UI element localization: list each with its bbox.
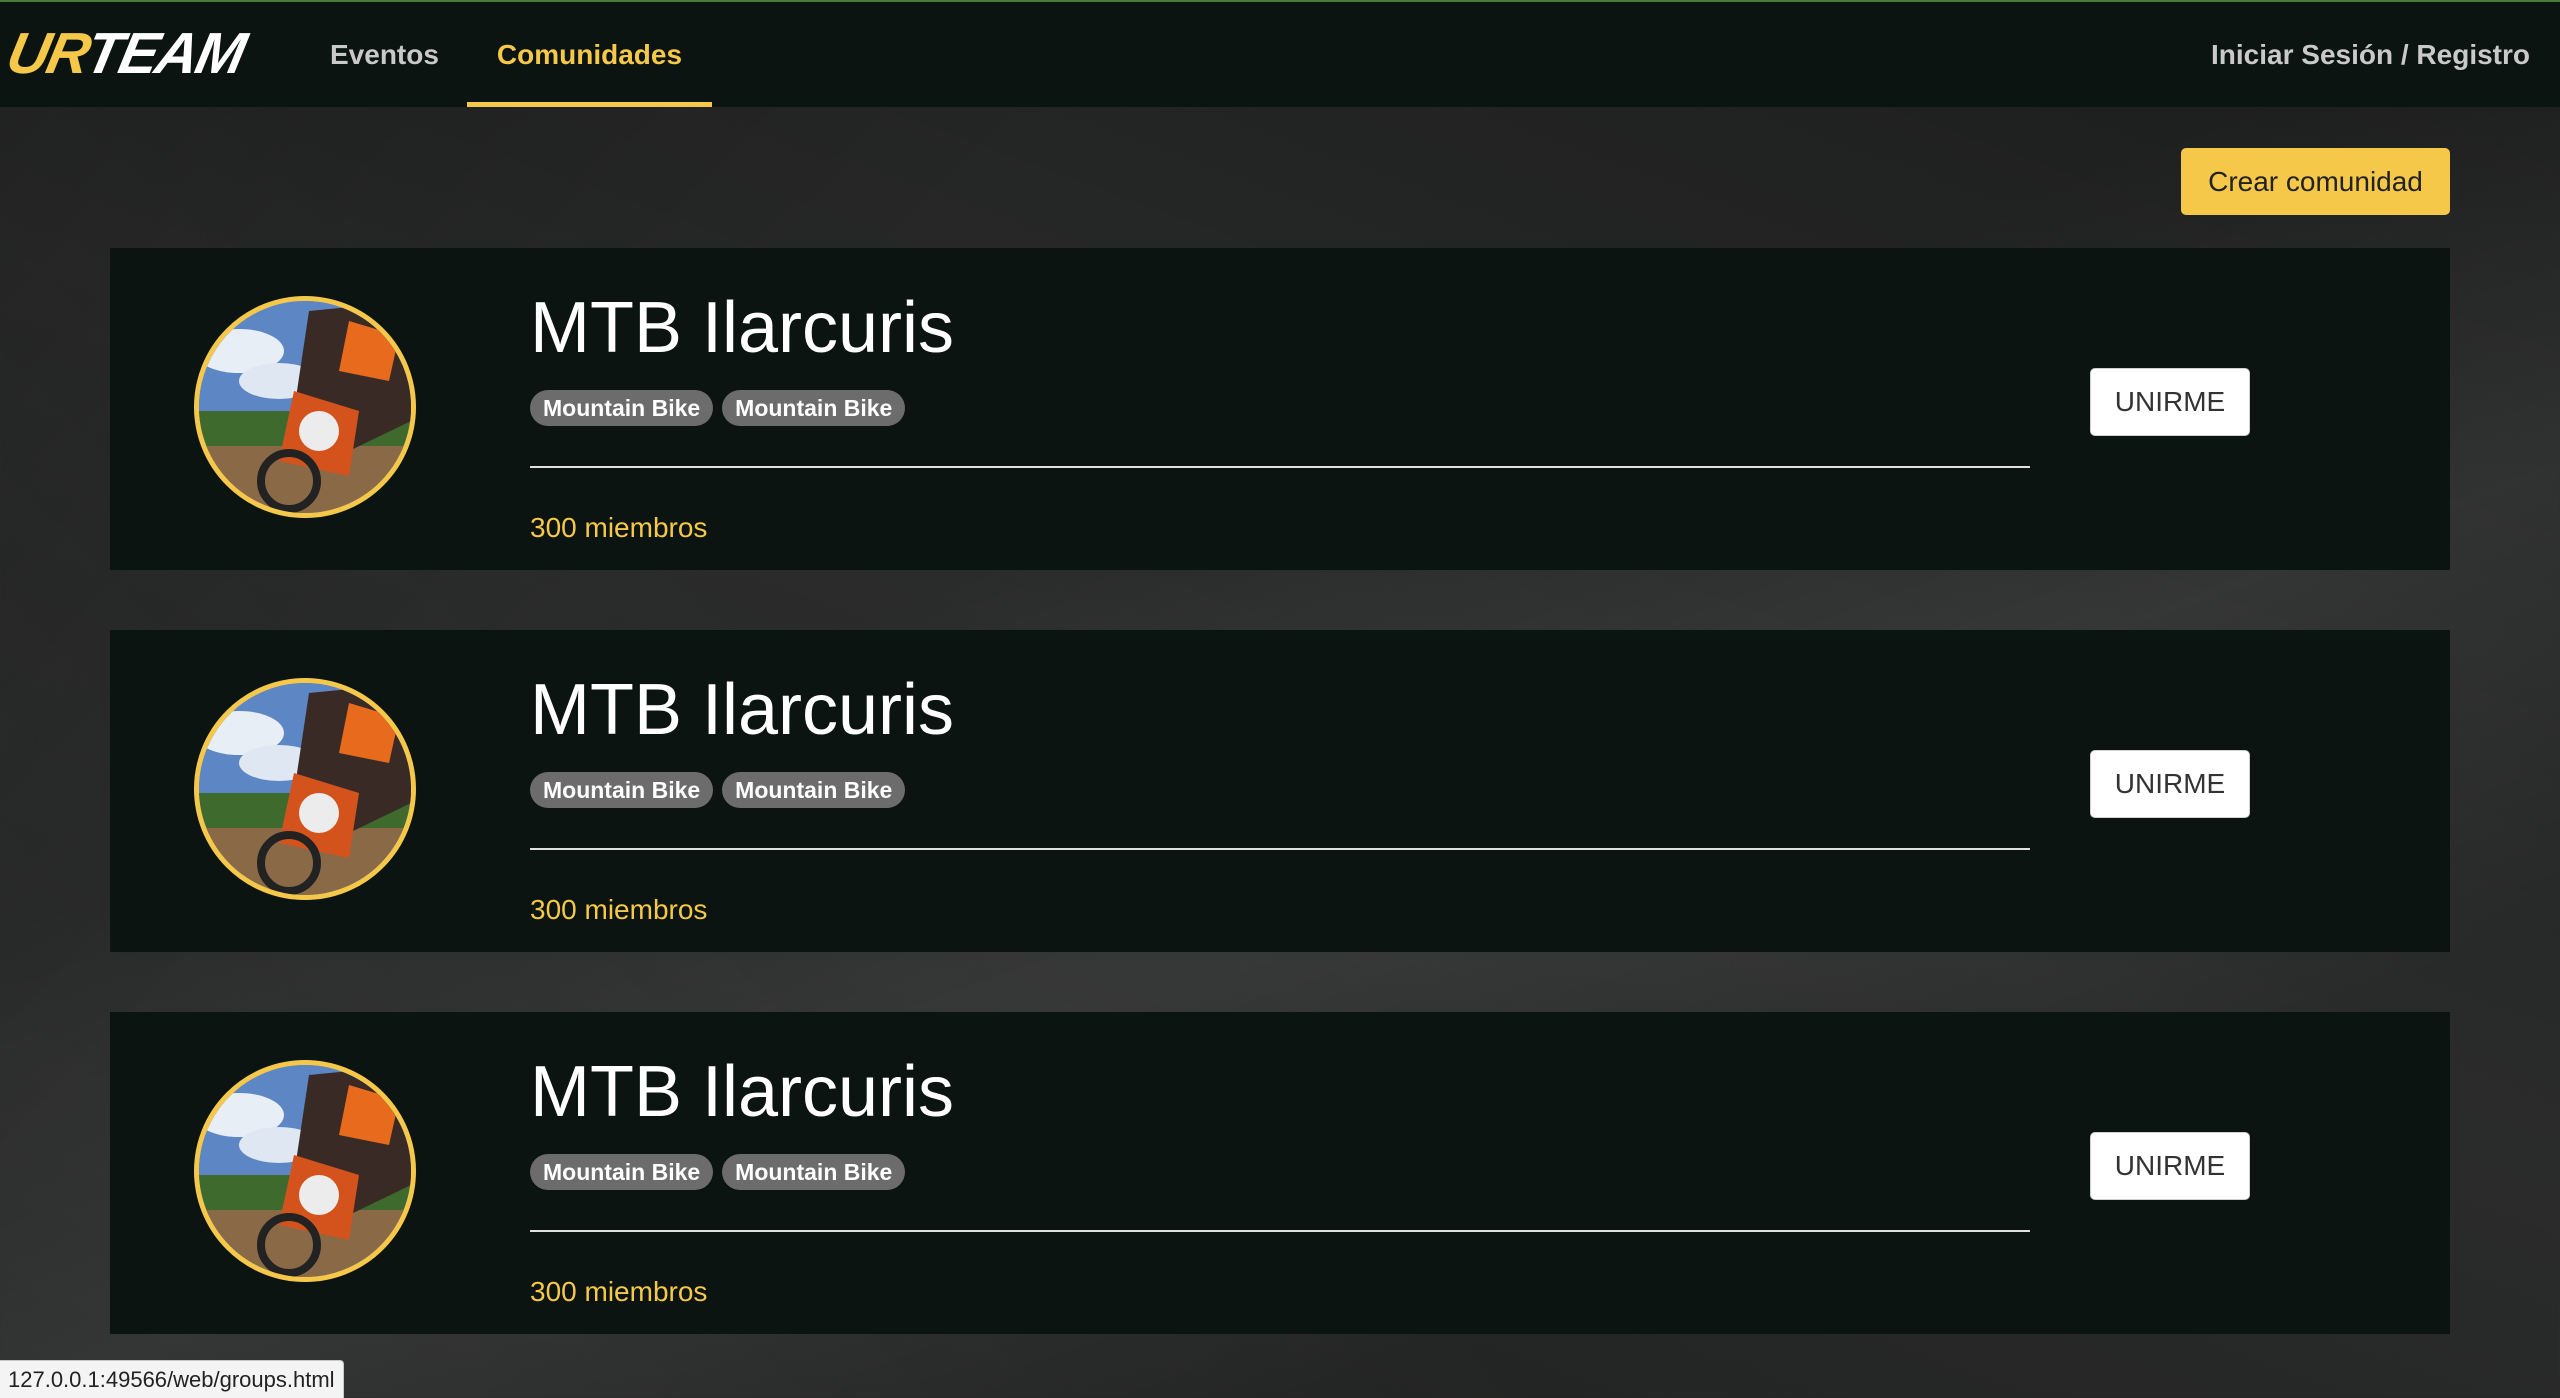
community-avatar[interactable] xyxy=(194,678,416,900)
community-avatar[interactable] xyxy=(194,1060,416,1282)
community-title[interactable]: MTB Ilarcuris xyxy=(530,668,954,752)
member-count: 300 miembros xyxy=(530,512,708,543)
tag-list: Mountain Bike Mountain Bike xyxy=(530,772,906,808)
create-community-button[interactable]: Crear comunidad xyxy=(2181,148,2450,215)
tag-list: Mountain Bike Mountain Bike xyxy=(530,390,906,426)
tag-list: Mountain Bike Mountain Bike xyxy=(530,1154,906,1190)
tag-badge: Mountain Bike xyxy=(530,1154,714,1190)
nav-link-eventos[interactable]: Eventos xyxy=(330,2,439,107)
tag-badge: Mountain Bike xyxy=(722,1154,906,1190)
card-divider xyxy=(530,848,2030,850)
join-button[interactable]: UNIRME xyxy=(2090,1132,2250,1200)
logo-ur: UR xyxy=(1,21,94,86)
motocross-photo-icon xyxy=(199,301,411,513)
browser-status-url: 127.0.0.1:49566/web/groups.html xyxy=(0,1360,344,1398)
tag-badge: Mountain Bike xyxy=(530,772,714,808)
card-divider xyxy=(530,466,2030,468)
community-title[interactable]: MTB Ilarcuris xyxy=(530,286,954,370)
community-card: MTB Ilarcuris Mountain Bike Mountain Bik… xyxy=(110,248,2450,570)
login-register-link[interactable]: Iniciar Sesión / Registro xyxy=(2211,2,2530,107)
tag-badge: Mountain Bike xyxy=(722,390,906,426)
member-count: 300 miembros xyxy=(530,1276,708,1307)
motocross-photo-icon xyxy=(199,683,411,895)
urteam-logo[interactable]: URTEAM xyxy=(1,20,251,88)
card-divider xyxy=(530,1230,2030,1232)
motocross-photo-icon xyxy=(199,1065,411,1277)
navbar: URTEAM Eventos Comunidades Iniciar Sesió… xyxy=(0,2,2560,107)
join-button[interactable]: UNIRME xyxy=(2090,750,2250,818)
tag-badge: Mountain Bike xyxy=(530,390,714,426)
community-card: MTB Ilarcuris Mountain Bike Mountain Bik… xyxy=(110,1012,2450,1334)
member-count: 300 miembros xyxy=(530,894,708,925)
community-avatar[interactable] xyxy=(194,296,416,518)
community-card: MTB Ilarcuris Mountain Bike Mountain Bik… xyxy=(110,630,2450,952)
logo-team: TEAM xyxy=(79,21,251,86)
join-button[interactable]: UNIRME xyxy=(2090,368,2250,436)
nav-link-comunidades[interactable]: Comunidades xyxy=(467,2,712,107)
tag-badge: Mountain Bike xyxy=(722,772,906,808)
community-title[interactable]: MTB Ilarcuris xyxy=(530,1050,954,1134)
